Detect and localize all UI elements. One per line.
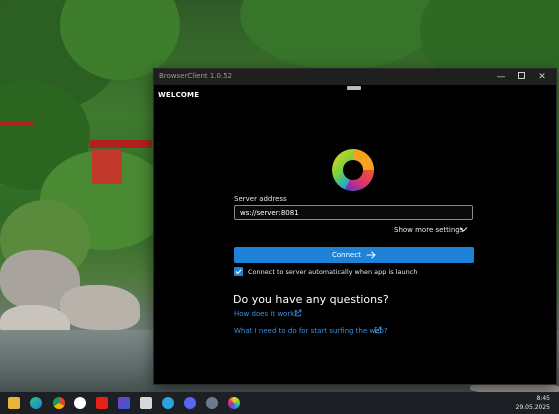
external-link-icon[interactable]: [294, 309, 302, 317]
telegram-icon[interactable]: [162, 397, 174, 409]
connect-button[interactable]: Connect: [234, 247, 474, 263]
auto-connect-label: Connect to server automatically when app…: [248, 268, 418, 276]
arrow-right-icon: [366, 251, 376, 259]
discord-icon[interactable]: [184, 397, 196, 409]
connect-button-label: Connect: [332, 251, 361, 259]
file-explorer-icon[interactable]: [8, 397, 20, 409]
page-title: WELCOME: [158, 91, 200, 99]
yandex-icon[interactable]: [74, 397, 86, 409]
browserclient-window: BrowserClient 1.0.52 — ✕ WELCOME Server …: [153, 68, 557, 385]
auto-connect-checkbox[interactable]: [234, 267, 243, 276]
window-titlebar[interactable]: BrowserClient 1.0.52 — ✕: [154, 69, 556, 85]
drag-handle[interactable]: [347, 86, 361, 90]
minimize-button[interactable]: —: [495, 71, 507, 83]
youtube-icon[interactable]: [96, 397, 108, 409]
show-more-settings-toggle[interactable]: Show more settings: [394, 226, 463, 234]
app-icon[interactable]: [118, 397, 130, 409]
browserclient-icon[interactable]: [228, 397, 240, 409]
start-surfing-link[interactable]: What I need to do for start surfing the …: [234, 327, 388, 335]
taskbar: 8:45 29.05.2025: [0, 392, 559, 414]
how-it-works-link[interactable]: How does it work?: [234, 310, 298, 318]
settings-icon[interactable]: [206, 397, 218, 409]
edge-icon[interactable]: [30, 397, 42, 409]
help-heading: Do you have any questions?: [233, 293, 389, 306]
app-logo: [332, 149, 374, 191]
server-address-label: Server address: [234, 195, 287, 203]
chrome-icon[interactable]: [53, 397, 65, 409]
clock-time[interactable]: 8:45: [537, 395, 550, 402]
save-icon[interactable]: [140, 397, 152, 409]
clock-date[interactable]: 29.05.2025: [516, 404, 550, 411]
chevron-down-icon[interactable]: [459, 226, 468, 233]
maximize-button[interactable]: [515, 71, 527, 83]
server-address-input[interactable]: [234, 205, 473, 220]
window-title: BrowserClient 1.0.52: [159, 72, 233, 80]
close-button[interactable]: ✕: [536, 71, 548, 83]
external-link-icon[interactable]: [374, 326, 382, 334]
